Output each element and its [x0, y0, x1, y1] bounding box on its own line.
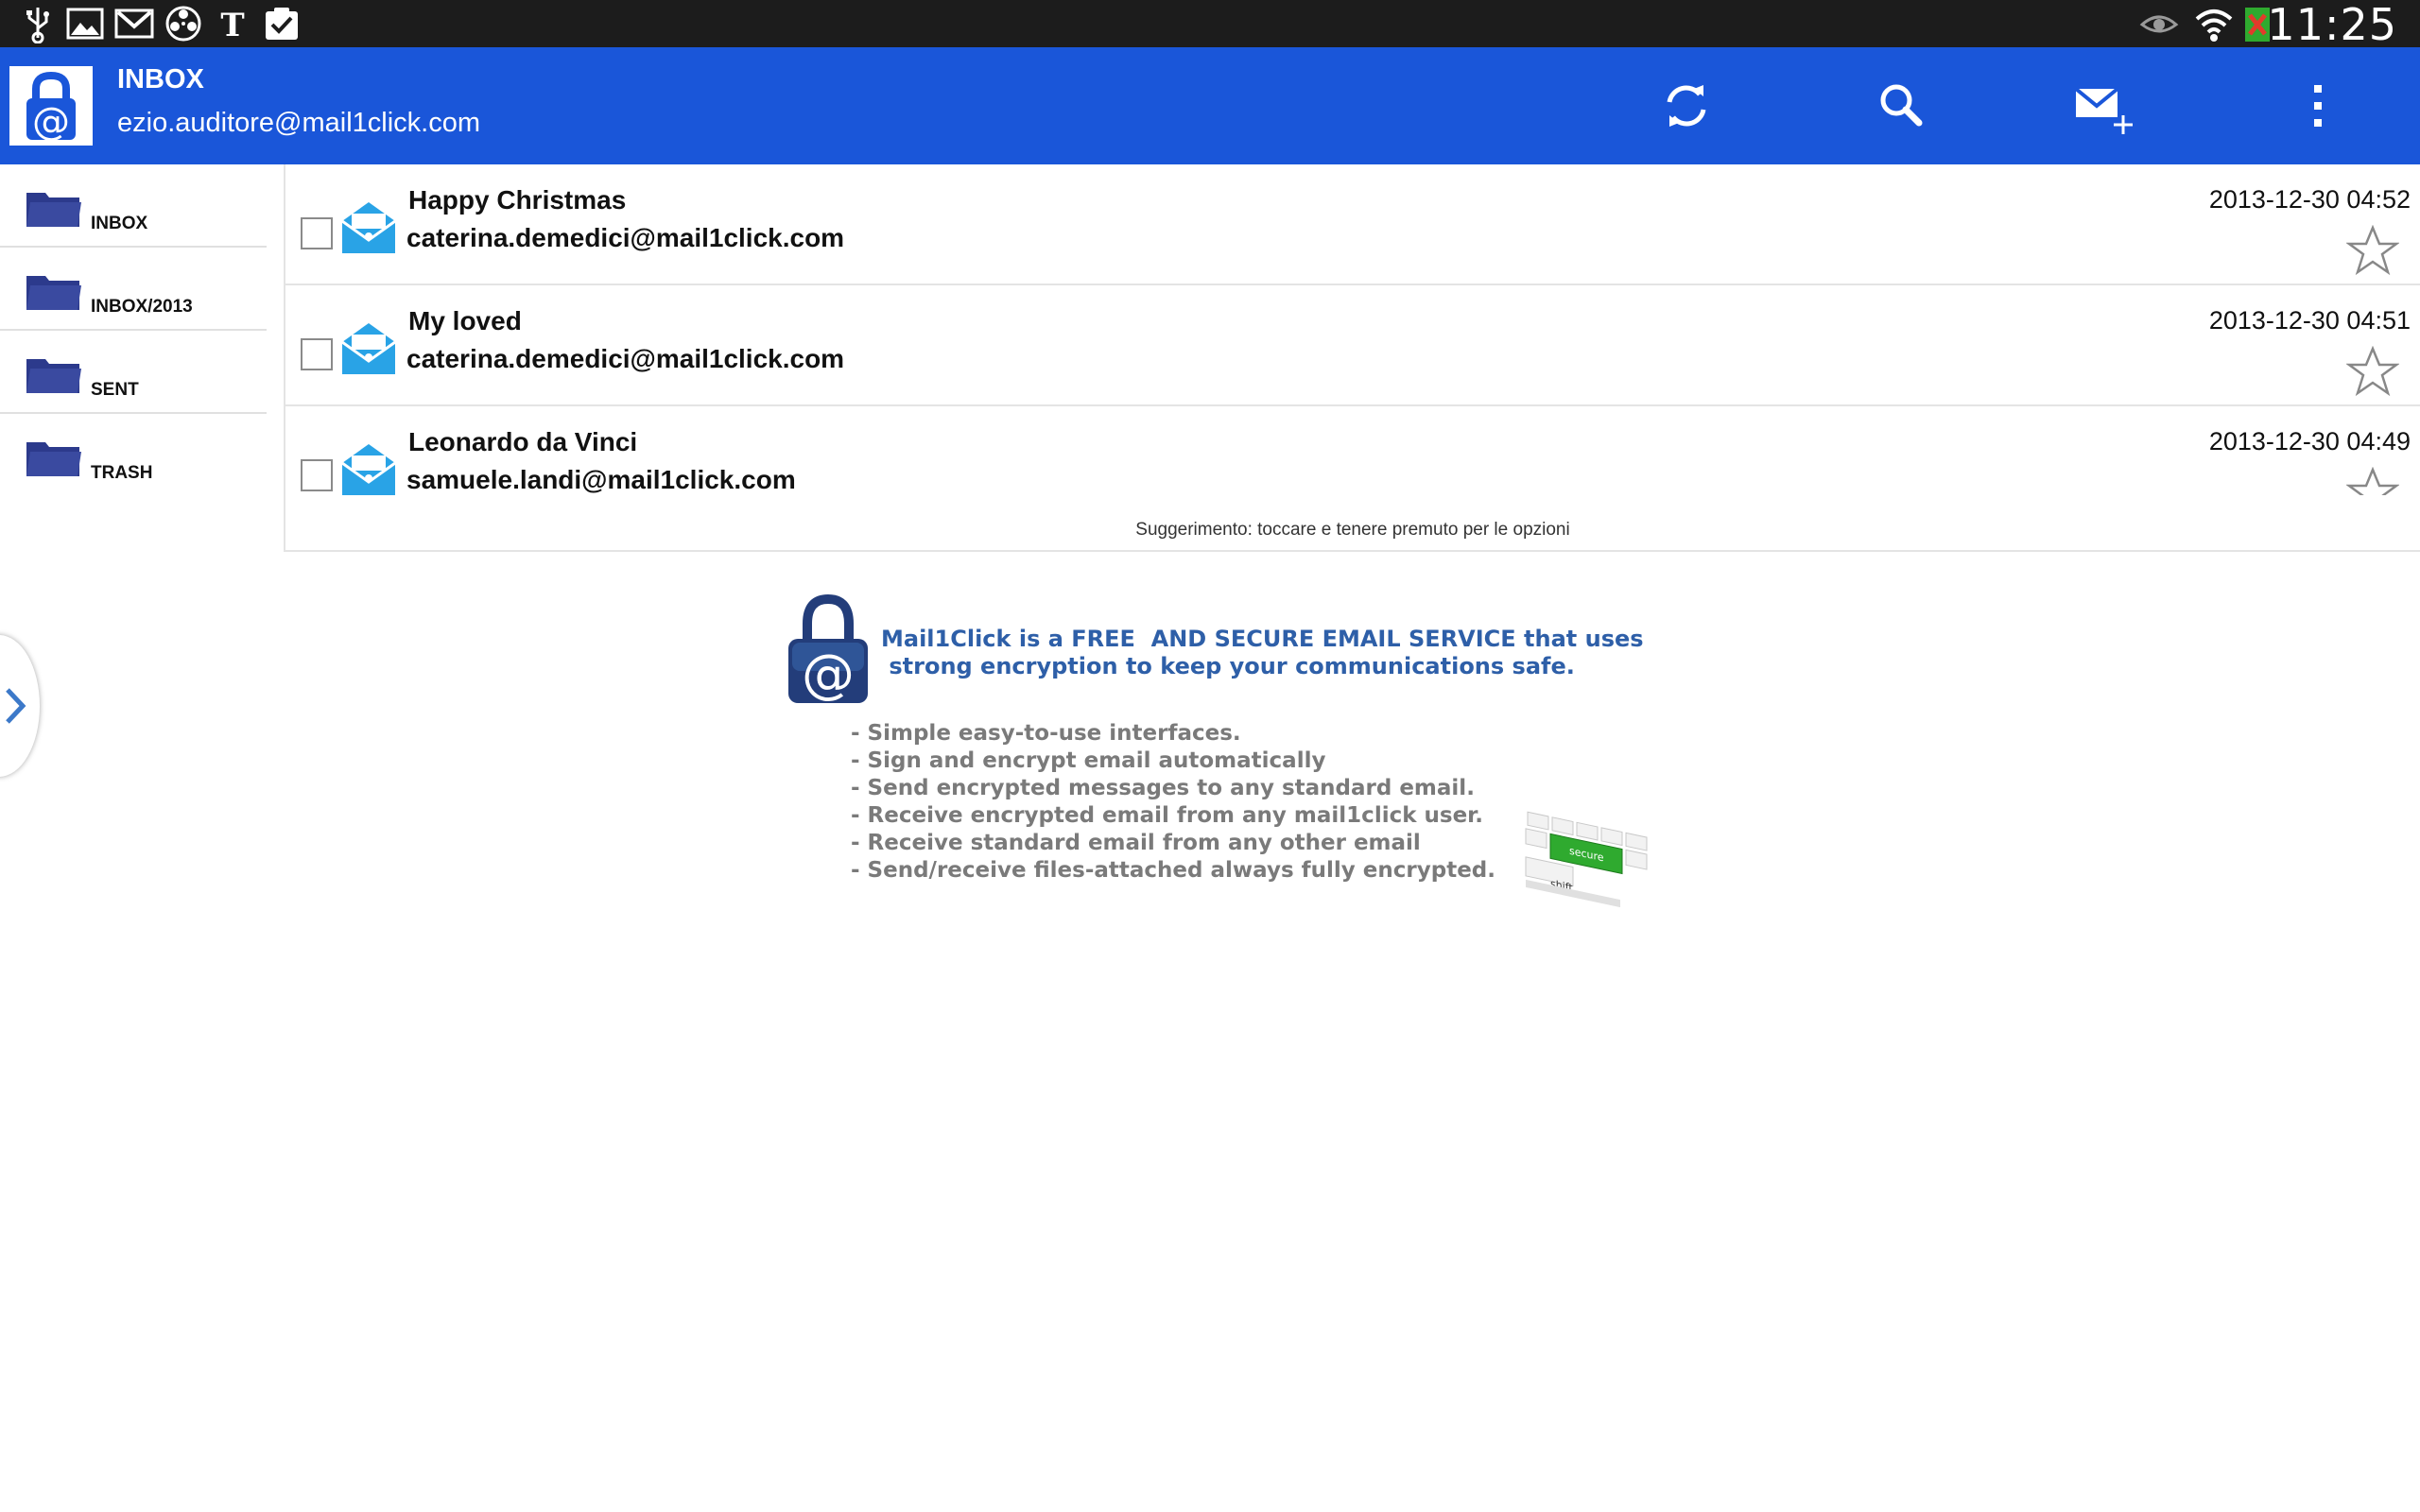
compose-mail-icon: [2068, 70, 2140, 142]
message-sender: caterina.demedici@mail1click.com: [406, 223, 845, 252]
gmail-icon: [113, 4, 155, 43]
promo-feature: - Send/receive files-attached always ful…: [851, 858, 1495, 883]
sidebar-item-label: SENT: [91, 380, 139, 400]
refresh-button[interactable]: [1651, 70, 1722, 142]
open-envelope-icon: [338, 198, 399, 257]
select-checkbox[interactable]: [301, 459, 333, 491]
folder-icon: [25, 189, 83, 229]
open-envelope-icon: [338, 440, 399, 499]
select-checkbox[interactable]: [301, 217, 333, 249]
message-date: 2013-12-30 04:52: [2208, 185, 2411, 214]
sidebar-item-trash[interactable]: TRASH: [0, 414, 267, 497]
folder-icon: [25, 438, 83, 478]
star-icon[interactable]: [2346, 467, 2399, 495]
message-subject: Happy Christmas: [408, 185, 627, 215]
promo-feature-list: - Simple easy-to-use interfaces. - Sign …: [851, 720, 1495, 885]
usb-icon: [17, 4, 59, 43]
checkbox-task-icon: [261, 4, 302, 43]
sidebar-item-label: TRASH: [91, 463, 153, 483]
media-reel-icon: [163, 4, 204, 43]
select-checkbox[interactable]: [301, 338, 333, 370]
search-icon: [1866, 70, 1938, 142]
message-date: 2013-12-30 04:51: [2208, 306, 2411, 335]
promo-feature: - Send encrypted messages to any standar…: [851, 776, 1475, 800]
nytimes-icon: T: [212, 4, 253, 43]
message-subject: My loved: [408, 306, 522, 335]
app-logo-icon[interactable]: @: [9, 66, 93, 146]
folder-sidebar: INBOX INBOX/2013 SENT TRASH: [0, 164, 285, 552]
padlock-at-logo-icon: @: [781, 592, 875, 707]
chevron-right-icon: [2, 682, 30, 730]
eye-icon: [2138, 4, 2180, 43]
message-date: 2013-12-30 04:49: [2208, 427, 2411, 455]
promo-headline-line: strong encryption to keep your communica…: [881, 653, 1575, 679]
promo-headline: Mail1Click is a FREE AND SECURE EMAIL SE…: [881, 626, 1644, 680]
action-bar: @ INBOX ezio.auditore@mail1click.com: [0, 47, 2420, 164]
sidebar-item-label: INBOX: [91, 214, 148, 233]
svg-text:T: T: [220, 7, 244, 43]
message-sender: caterina.demedici@mail1click.com: [406, 344, 845, 373]
refresh-icon: [1651, 70, 1722, 142]
sidebar-item-inbox[interactable]: INBOX: [0, 164, 267, 248]
promo-headline-line: Mail1Click is a FREE AND SECURE EMAIL SE…: [881, 626, 1644, 652]
folder-icon: [25, 355, 83, 395]
star-icon[interactable]: [2346, 346, 2399, 397]
drawer-handle[interactable]: [0, 635, 40, 777]
secure-keyboard-image: secure shift: [1522, 811, 1660, 917]
svg-text:@: @: [802, 644, 855, 705]
sidebar-item-inbox-2013[interactable]: INBOX/2013: [0, 248, 267, 331]
svg-text:@: @: [32, 100, 70, 144]
search-button[interactable]: [1866, 70, 1938, 142]
gallery-icon: [64, 4, 106, 43]
promo-feature: - Simple easy-to-use interfaces.: [851, 721, 1241, 746]
status-bar: T 11:25: [0, 0, 2420, 50]
status-clock: 11:25: [2267, 0, 2397, 50]
message-subject: Leonardo da Vinci: [408, 427, 638, 456]
account-email: ezio.auditore@mail1click.com: [117, 108, 481, 138]
promo-feature: - Receive encrypted email from any mail1…: [851, 803, 1483, 828]
compose-button[interactable]: [2068, 70, 2140, 142]
sidebar-item-label: INBOX/2013: [91, 297, 193, 317]
wifi-icon: [2193, 4, 2235, 43]
folder-icon: [25, 272, 83, 312]
star-icon[interactable]: [2346, 225, 2399, 276]
open-envelope-icon: [338, 319, 399, 378]
overflow-menu-icon: [2282, 70, 2354, 142]
sidebar-item-sent[interactable]: SENT: [0, 331, 267, 414]
list-item[interactable]: Leonardo da Vinci samuele.landi@mail1cli…: [285, 406, 2420, 527]
list-item[interactable]: Happy Christmas caterina.demedici@mail1c…: [285, 164, 2420, 285]
message-sender: samuele.landi@mail1click.com: [406, 465, 796, 494]
hint-text: Suggerimento: toccare e tenere premuto p…: [1135, 520, 1570, 540]
promo-feature: - Sign and encrypt email automatically: [851, 748, 1326, 773]
message-list: Happy Christmas caterina.demedici@mail1c…: [285, 164, 2420, 552]
promo-feature: - Receive standard email from any other …: [851, 831, 1421, 855]
promo-banner: @ Mail1Click is a FREE AND SECURE EMAIL …: [775, 586, 1664, 926]
overflow-menu-button[interactable]: [2282, 70, 2354, 142]
action-bar-title: INBOX: [117, 64, 204, 94]
list-item[interactable]: My loved caterina.demedici@mail1click.co…: [285, 285, 2420, 406]
